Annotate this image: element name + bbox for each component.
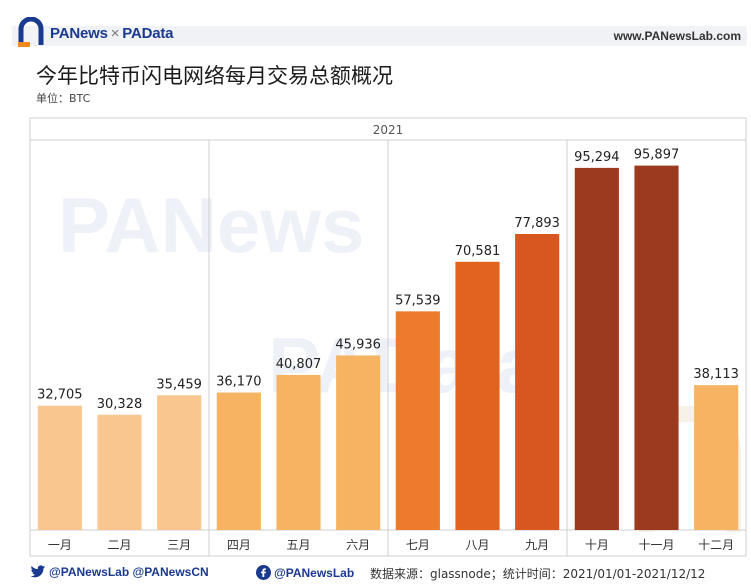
twitter-text: @PANewsLab @PANewsCN [49,565,209,579]
category-label: 七月 [406,538,430,552]
value-label: 77,893 [514,216,560,231]
twitter-icon [30,565,46,578]
category-label: 三月 [167,538,191,552]
category-label: 十月 [585,538,609,552]
category-label: 六月 [346,538,370,552]
bar [276,374,321,530]
value-label: 95,294 [574,150,620,165]
value-label: 38,113 [693,367,739,382]
bar [395,311,440,530]
category-label: 八月 [465,538,489,552]
footer: @PANewsLab @PANewsCN @PANewsLab 数据来源：gla… [0,561,751,587]
twitter-handle[interactable]: @PANewsLab @PANewsCN [30,565,209,579]
bar [574,167,619,530]
bar [157,395,202,530]
category-label: 十一月 [638,538,674,552]
category-label: 十二月 [698,538,734,552]
value-label: 36,170 [216,375,262,390]
category-label: 二月 [107,538,131,552]
value-label: 57,539 [395,293,441,308]
bar [455,261,500,530]
bar [37,405,82,530]
facebook-icon [256,565,271,580]
value-label: 40,807 [276,357,322,372]
bar [336,355,381,530]
value-label: 35,459 [156,377,202,392]
category-label: 四月 [227,538,251,552]
bar [634,165,679,530]
bar-chart: 2021 32,705 一月 30,328 二月 35,459 三月 36,170 四月 40,8… [29,117,747,557]
bar [216,392,261,530]
data-source: 数据来源：glassnode；统计时间：2021/01/01-2021/12/1… [370,567,706,581]
category-label: 五月 [286,538,310,552]
category-label: 九月 [525,538,549,552]
year-label: 2021 [373,123,404,137]
facebook-text: @PANewsLab [274,566,355,580]
facebook-handle[interactable]: @PANewsLab [256,565,354,580]
value-label: 70,581 [455,244,501,259]
value-label: 32,705 [37,388,83,403]
bar [97,414,142,530]
category-label: 一月 [48,538,72,552]
bar [694,385,739,530]
value-label: 30,328 [97,397,143,412]
value-label: 95,897 [634,148,680,163]
value-label: 45,936 [335,337,381,352]
bar [515,234,560,531]
